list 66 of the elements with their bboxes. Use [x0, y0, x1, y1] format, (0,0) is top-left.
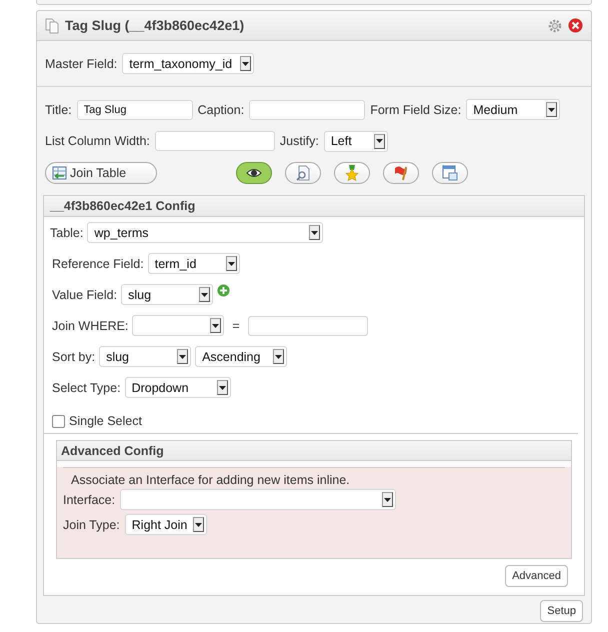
caret-icon	[228, 262, 235, 266]
eye-icon	[246, 168, 262, 178]
field-label: Join Type:	[63, 518, 120, 532]
field-label: Interface:	[63, 492, 116, 506]
panel-title: Tag Slug (__4f3b860ec42e1)	[65, 18, 246, 33]
sort-order-dropdown[interactable]: Ascending	[195, 346, 288, 367]
sort-field-dropdown[interactable]: slug	[99, 346, 192, 367]
single-select-checkbox[interactable]	[52, 414, 65, 428]
field-label: Master Field:	[45, 56, 118, 70]
field-label: Value Field:	[52, 288, 118, 302]
join-table-button[interactable]: Join Table	[45, 162, 157, 184]
documents-icon	[45, 18, 59, 34]
field-label: Justify:	[280, 134, 319, 148]
caret-icon	[311, 230, 318, 234]
table-arrow-icon	[52, 166, 68, 180]
caret-icon	[548, 108, 556, 112]
close-icon[interactable]	[568, 18, 583, 33]
field-label: Sort by:	[52, 350, 96, 364]
join-where-dropdown[interactable]	[132, 315, 224, 336]
join-value-field[interactable]	[248, 316, 368, 336]
view-toggle-button[interactable]	[334, 162, 370, 184]
caret-icon	[376, 139, 383, 143]
caret-icon	[384, 498, 392, 502]
settings-icon[interactable]	[548, 18, 562, 32]
column-width-field[interactable]	[154, 131, 275, 151]
field-label: Title:	[45, 102, 72, 116]
value-field-dropdown[interactable]: slug	[121, 284, 214, 305]
title-field[interactable]: Tag Slug	[76, 100, 193, 120]
field-label: Form Field Size:	[370, 102, 462, 116]
view-toggle-button[interactable]	[432, 162, 468, 184]
field-label: Select Type:	[52, 380, 121, 394]
view-toggle-button[interactable]	[383, 162, 419, 184]
window-icon	[442, 165, 458, 181]
view-toggle-button[interactable]	[236, 162, 272, 184]
document-search-icon	[296, 165, 310, 181]
size-dropdown[interactable]: Medium	[466, 99, 560, 120]
caret-icon	[179, 354, 186, 358]
advanced-config-title: Advanced Config	[57, 441, 571, 461]
setup-button[interactable]: Setup	[540, 600, 583, 622]
caret-icon	[201, 292, 208, 296]
select-type-dropdown[interactable]: Dropdown	[124, 377, 231, 398]
caret-icon	[242, 62, 250, 66]
field-label: Caption:	[198, 102, 244, 116]
join-type-dropdown[interactable]: Right Join	[124, 514, 207, 535]
flag-icon	[393, 165, 409, 181]
caret-icon	[275, 354, 282, 358]
view-toggle-button[interactable]	[285, 162, 321, 184]
caption-field[interactable]	[249, 100, 366, 120]
caret-icon	[194, 522, 202, 526]
master-field-dropdown[interactable]: term_taxonomy_id	[122, 53, 254, 74]
field-label: Reference Field:	[52, 256, 144, 270]
reference-field-dropdown[interactable]: term_id	[148, 253, 240, 274]
table-dropdown[interactable]: wp_terms	[87, 222, 324, 243]
star-medal-icon	[344, 165, 360, 181]
justify-dropdown[interactable]: Left	[324, 130, 388, 152]
checkbox-label: Single Select	[69, 414, 142, 428]
field-label: Table:	[50, 226, 84, 240]
add-icon[interactable]	[217, 284, 230, 297]
advanced-button[interactable]: Advanced	[505, 565, 568, 587]
config-title: __4f3b860ec42e1 Config	[44, 196, 584, 217]
caret-icon	[218, 386, 226, 390]
equals-sign: =	[232, 318, 240, 332]
field-label: Join WHERE:	[52, 318, 128, 332]
caret-icon	[212, 324, 220, 328]
field-label: List Column Width:	[45, 134, 150, 148]
description-text: Associate an Interface for adding new items inline.	[71, 473, 350, 487]
